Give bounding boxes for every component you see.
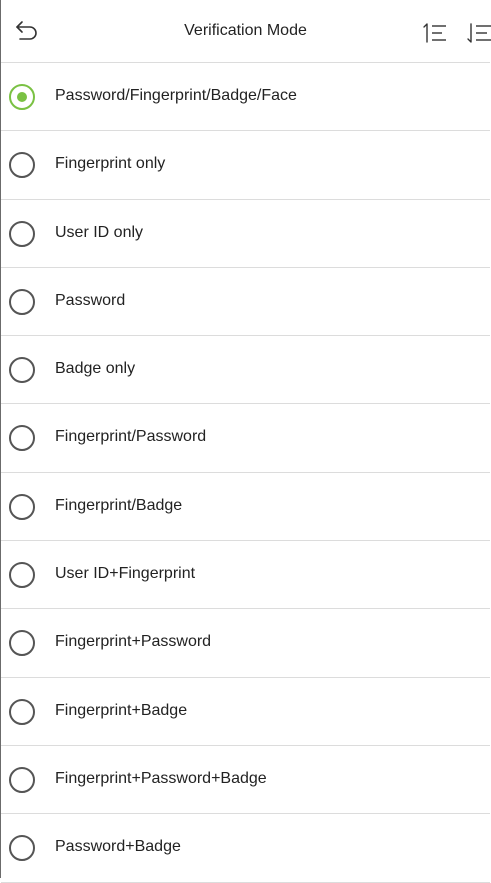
radio-button[interactable]: [9, 766, 35, 793]
verification-mode-list: Password/Fingerprint/Badge/Face Fingerpri…: [1, 63, 490, 883]
radio-button[interactable]: [9, 562, 35, 589]
list-item[interactable]: Password/Fingerprint/Badge/Face: [1, 63, 490, 132]
option-label: Password: [55, 291, 126, 309]
header-bar: Verification Mode: [1, 0, 491, 63]
option-label: Fingerprint only: [55, 155, 166, 173]
radio-button[interactable]: [9, 288, 35, 315]
radio-button[interactable]: [9, 220, 35, 247]
option-label: User ID only: [55, 223, 144, 241]
radio-button[interactable]: [9, 152, 35, 179]
sort-descending-icon[interactable]: [465, 21, 491, 45]
list-item[interactable]: Fingerprint only: [1, 131, 490, 200]
list-item[interactable]: Fingerprint+Password: [1, 609, 490, 678]
radio-button[interactable]: [9, 493, 35, 520]
sort-ascending-icon[interactable]: [421, 21, 449, 45]
option-label: Password+Badge: [55, 838, 181, 856]
option-label: Password/Fingerprint/Badge/Face: [55, 87, 297, 104]
list-item[interactable]: Password+Badge: [1, 814, 490, 883]
option-label: Fingerprint/Password: [55, 428, 207, 446]
radio-button[interactable]: [9, 835, 35, 862]
radio-button[interactable]: [9, 425, 35, 452]
list-item[interactable]: Fingerprint+Badge: [1, 678, 490, 746]
list-item[interactable]: User ID only: [1, 200, 490, 268]
radio-button[interactable]: [9, 357, 35, 384]
page-title: Verification Mode: [184, 22, 307, 39]
list-item[interactable]: Fingerprint/Password: [1, 404, 490, 473]
radio-button[interactable]: [9, 698, 35, 725]
list-item[interactable]: User ID+Fingerprint: [1, 541, 490, 610]
list-item[interactable]: Fingerprint+Password+Badge: [1, 746, 490, 815]
list-item[interactable]: Fingerprint/Badge: [1, 473, 490, 542]
option-label: Badge only: [55, 360, 136, 378]
option-label: Fingerprint+Password+Badge: [55, 769, 267, 787]
option-label: Fingerprint/Badge: [55, 496, 183, 514]
option-label: Fingerprint+Badge: [55, 701, 188, 719]
radio-button-selected[interactable]: [9, 84, 35, 110]
list-item[interactable]: Password: [1, 268, 490, 337]
list-item[interactable]: Badge only: [1, 336, 490, 405]
option-label: User ID+Fingerprint: [55, 565, 196, 583]
radio-button[interactable]: [9, 630, 35, 657]
option-label: Fingerprint+Password: [55, 633, 212, 651]
verification-mode-screen: Verification Mode Password/Fingerprint/B…: [0, 0, 491, 883]
